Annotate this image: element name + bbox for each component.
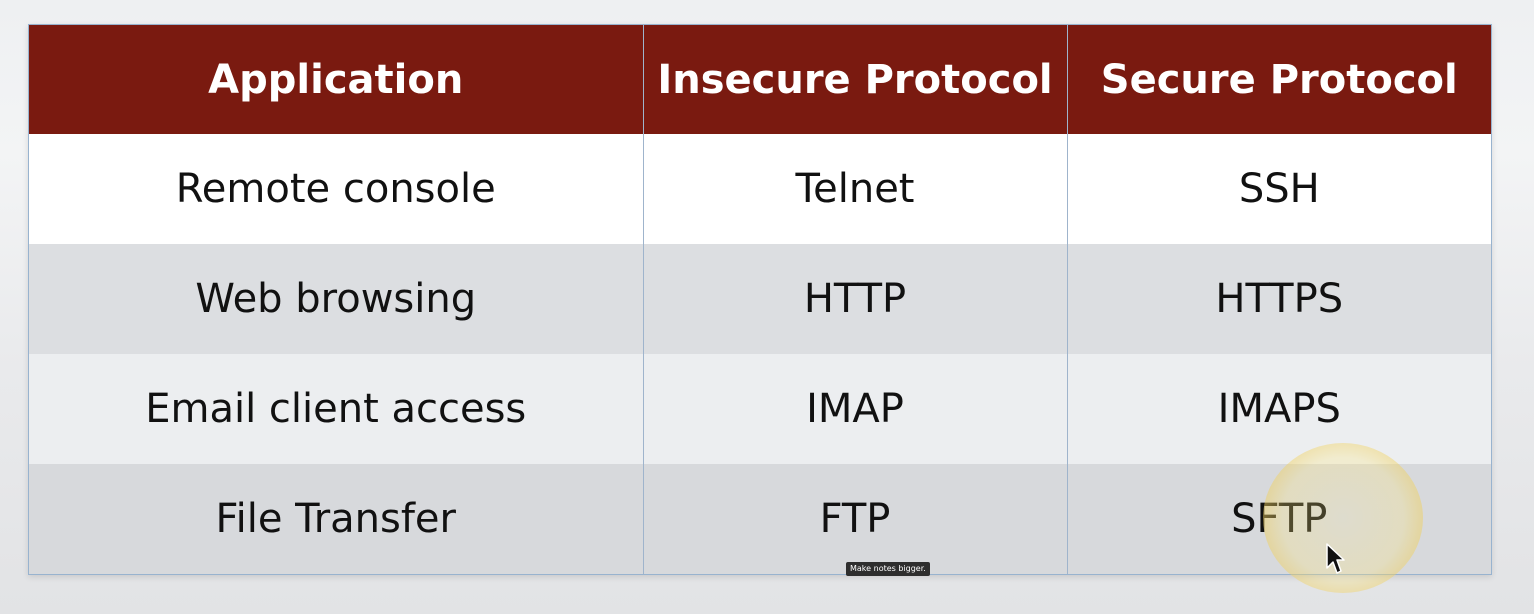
cell-insecure-protocol: FTP (642, 464, 1067, 574)
protocol-table-container: Application Insecure Protocol Secure Pro… (28, 24, 1492, 575)
table-row: Email client access IMAP IMAPS (29, 354, 1491, 464)
cell-application: Email client access (29, 354, 643, 464)
header-secure-protocol: Secure Protocol (1066, 25, 1491, 134)
cell-secure-protocol: HTTPS (1066, 244, 1491, 354)
cell-insecure-protocol: Telnet (642, 134, 1067, 244)
table-row: Remote console Telnet SSH (29, 134, 1491, 244)
cell-application: File Transfer (29, 464, 643, 574)
table-header-row: Application Insecure Protocol Secure Pro… (29, 25, 1491, 134)
cell-secure-protocol: SFTP (1066, 464, 1491, 574)
protocol-comparison-table: Application Insecure Protocol Secure Pro… (29, 25, 1491, 574)
header-application: Application (29, 25, 643, 134)
mouse-pointer-icon (1326, 543, 1345, 574)
cell-secure-protocol: IMAPS (1066, 354, 1491, 464)
table-row: File Transfer FTP SFTP (29, 464, 1491, 574)
header-insecure-protocol: Insecure Protocol (642, 25, 1067, 134)
tooltip: Make notes bigger. (846, 562, 930, 576)
cell-insecure-protocol: HTTP (642, 244, 1067, 354)
cell-insecure-protocol: IMAP (642, 354, 1067, 464)
cell-application: Remote console (29, 134, 643, 244)
cell-application: Web browsing (29, 244, 643, 354)
cell-secure-protocol: SSH (1066, 134, 1491, 244)
table-row: Web browsing HTTP HTTPS (29, 244, 1491, 354)
